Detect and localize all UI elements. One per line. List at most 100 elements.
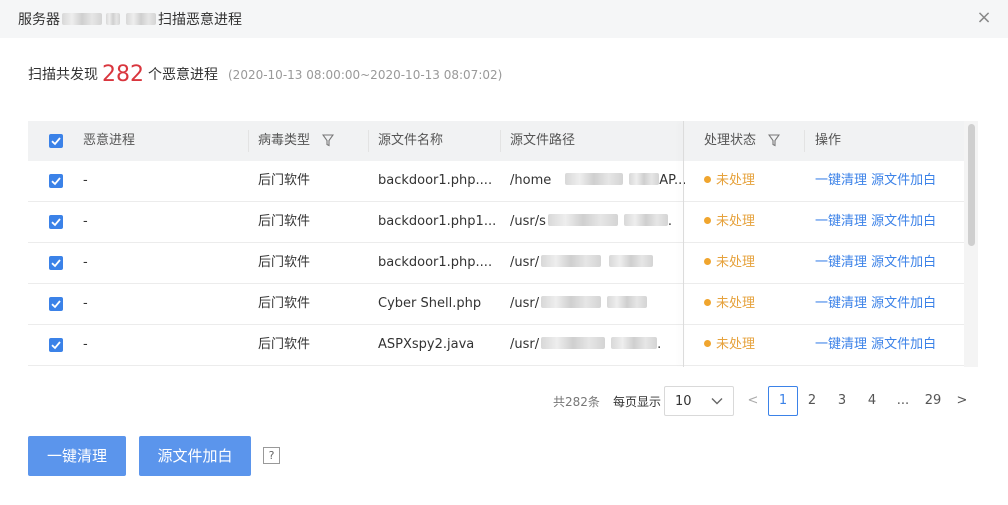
scrollbar-thumb[interactable] bbox=[968, 124, 975, 246]
redacted-path bbox=[547, 214, 618, 226]
close-icon[interactable]: × bbox=[974, 8, 994, 28]
cell-status: 未处理 bbox=[704, 202, 755, 242]
path-prefix: /usr/ bbox=[510, 296, 540, 311]
redacted-path bbox=[565, 173, 624, 185]
prev-page-button[interactable]: < bbox=[744, 386, 762, 416]
row-whitelist-link[interactable]: 源文件加白 bbox=[871, 296, 936, 311]
row-whitelist-link[interactable]: 源文件加白 bbox=[871, 337, 936, 352]
column-divider bbox=[804, 130, 805, 152]
cell-process: - bbox=[83, 255, 88, 270]
path-prefix: /usr/ bbox=[510, 337, 540, 352]
path-suffix: . bbox=[657, 337, 662, 352]
path-prefix: /usr/s bbox=[510, 214, 546, 229]
column-divider bbox=[500, 130, 501, 152]
help-icon[interactable]: ? bbox=[263, 447, 280, 464]
page-button-2[interactable]: 2 bbox=[802, 386, 822, 416]
cell-virus-type: 后门软件 bbox=[258, 255, 311, 270]
status-label: 处理状态 bbox=[704, 133, 757, 148]
redacted-path bbox=[609, 255, 654, 267]
column-divider bbox=[248, 130, 249, 152]
redacted-path bbox=[541, 296, 602, 308]
column-header-file-name: 源文件名称 bbox=[378, 133, 444, 148]
cell-file-path: /usr/s. bbox=[510, 202, 672, 242]
status-text: 未处理 bbox=[716, 337, 756, 352]
cell-actions: 一键清理 源文件加白 bbox=[815, 284, 936, 324]
whitelist-button[interactable]: 源文件加白 bbox=[139, 436, 251, 476]
row-checkbox[interactable] bbox=[49, 174, 63, 188]
clean-all-button[interactable]: 一键清理 bbox=[28, 436, 126, 476]
cell-actions: 一键清理 源文件加白 bbox=[815, 202, 936, 242]
status-dot-icon bbox=[704, 217, 711, 224]
title-prefix: 服务器 bbox=[18, 12, 60, 28]
redacted-path bbox=[541, 337, 606, 349]
row-whitelist-link[interactable]: 源文件加白 bbox=[871, 173, 936, 188]
filter-icon[interactable] bbox=[322, 124, 335, 164]
next-page-button[interactable]: > bbox=[953, 386, 971, 416]
chevron-down-icon bbox=[711, 398, 723, 405]
cell-virus-type: 后门软件 bbox=[258, 296, 311, 311]
redacted-server-name bbox=[126, 13, 156, 25]
cell-actions: 一键清理 源文件加白 bbox=[815, 243, 936, 283]
status-dot-icon bbox=[704, 340, 711, 347]
table-scrollbar[interactable] bbox=[964, 121, 978, 367]
title-suffix: 扫描恶意进程 bbox=[158, 12, 242, 28]
page-button-3[interactable]: 3 bbox=[832, 386, 852, 416]
total-count: 共282条 bbox=[553, 395, 600, 409]
cell-file-path: /home AP... bbox=[510, 161, 686, 201]
status-text: 未处理 bbox=[716, 255, 756, 270]
summary-label-before: 扫描共发现 bbox=[28, 67, 98, 83]
row-checkbox[interactable] bbox=[49, 215, 63, 229]
cell-file-name: backdoor1.php.... bbox=[378, 173, 493, 188]
cell-file-path: /usr/. bbox=[510, 325, 661, 365]
select-all-checkbox[interactable] bbox=[49, 134, 63, 148]
column-header-virus-type: 病毒类型 bbox=[258, 121, 335, 164]
status-text: 未处理 bbox=[716, 214, 756, 229]
status-text: 未处理 bbox=[716, 173, 756, 188]
path-prefix: /home bbox=[510, 173, 552, 188]
row-checkbox[interactable] bbox=[49, 256, 63, 270]
malicious-process-count: 282 bbox=[102, 62, 144, 87]
table-header: 恶意进程 病毒类型 源文件名称 源文件路径 处理状态 操作 bbox=[28, 121, 964, 161]
per-page-value: 10 bbox=[675, 394, 692, 409]
row-checkbox[interactable] bbox=[49, 338, 63, 352]
scan-summary: 扫描共发现 282 个恶意进程 (2020-10-13 08:00:00~2020-1… bbox=[28, 62, 502, 87]
column-header-action: 操作 bbox=[815, 133, 842, 148]
row-checkbox[interactable] bbox=[49, 297, 63, 311]
cell-file-name: backdoor1.php1... bbox=[378, 214, 497, 229]
cell-file-name: ASPXspy2.java bbox=[378, 337, 475, 352]
redacted-path bbox=[607, 296, 648, 308]
per-page-select[interactable]: 10 bbox=[664, 386, 734, 416]
per-page-label: 每页显示 bbox=[613, 395, 662, 409]
row-clean-link[interactable]: 一键清理 bbox=[815, 337, 867, 352]
page-button-4[interactable]: 4 bbox=[862, 386, 882, 416]
cell-status: 未处理 bbox=[704, 284, 755, 324]
row-clean-link[interactable]: 一键清理 bbox=[815, 214, 867, 229]
cell-file-name: Cyber Shell.php bbox=[378, 296, 482, 311]
cell-status: 未处理 bbox=[704, 243, 755, 283]
row-whitelist-link[interactable]: 源文件加白 bbox=[871, 214, 936, 229]
cell-status: 未处理 bbox=[704, 325, 755, 365]
table-row: - 后门软件 ASPXspy2.java /usr/. 未处理 一键清理 源文件… bbox=[28, 325, 964, 366]
process-table: 恶意进程 病毒类型 源文件名称 源文件路径 处理状态 操作 - 后门软件 bac… bbox=[28, 121, 978, 367]
page-button-29[interactable]: 29 bbox=[920, 386, 946, 416]
filter-icon[interactable] bbox=[768, 124, 781, 164]
redacted-path bbox=[541, 255, 602, 267]
scan-time-range: (2020-10-13 08:00:00~2020-10-13 08:07:02… bbox=[228, 68, 503, 82]
row-clean-link[interactable]: 一键清理 bbox=[815, 255, 867, 270]
row-whitelist-link[interactable]: 源文件加白 bbox=[871, 255, 936, 270]
dialog-header: 服务器 扫描恶意进程 × bbox=[0, 0, 1008, 38]
redacted-path bbox=[611, 337, 658, 349]
row-clean-link[interactable]: 一键清理 bbox=[815, 296, 867, 311]
page-button-1[interactable]: 1 bbox=[768, 386, 798, 416]
redacted-server-name bbox=[106, 13, 120, 25]
virus-type-label: 病毒类型 bbox=[258, 133, 311, 148]
page-ellipsis[interactable]: ... bbox=[892, 386, 914, 416]
cell-file-path: /usr/ bbox=[510, 243, 654, 283]
column-header-file-path: 源文件路径 bbox=[510, 133, 576, 148]
row-clean-link[interactable]: 一键清理 bbox=[815, 173, 867, 188]
cell-actions: 一键清理 源文件加白 bbox=[815, 325, 936, 365]
cell-file-name: backdoor1.php.... bbox=[378, 255, 493, 270]
cell-process: - bbox=[83, 214, 88, 229]
cell-process: - bbox=[83, 337, 88, 352]
summary-label-after: 个恶意进程 bbox=[148, 67, 218, 83]
